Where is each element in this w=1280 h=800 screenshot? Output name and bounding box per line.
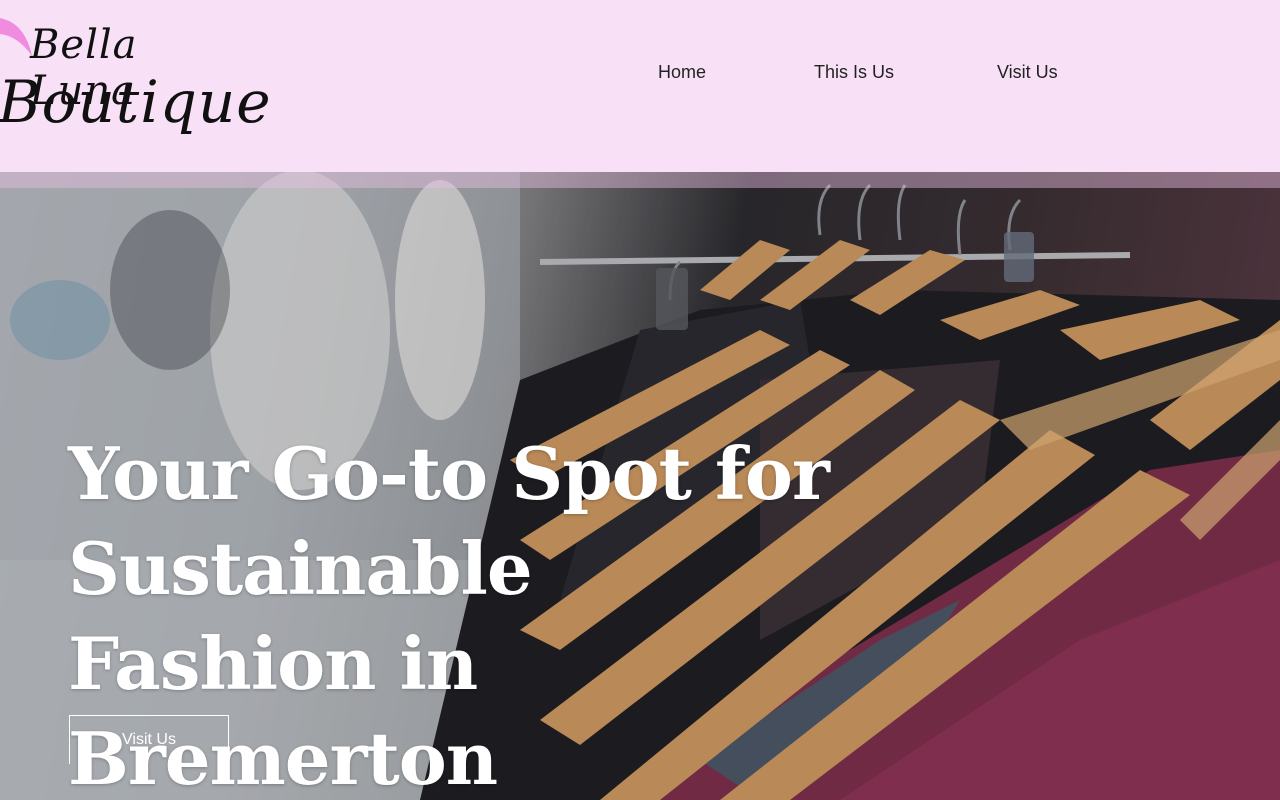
visit-us-button[interactable]: Visit Us (69, 715, 229, 764)
nav-item-this-is-us[interactable]: This Is Us (814, 62, 894, 83)
main-navigation: Home This Is Us Visit Us (0, 62, 1280, 86)
nav-item-visit-us[interactable]: Visit Us (997, 62, 1058, 83)
nav-item-home[interactable]: Home (658, 62, 706, 83)
brand-logo[interactable]: Bella Luna Boutique (0, 8, 271, 164)
site-header: Bella Luna Boutique Home This Is Us Visi… (0, 0, 1280, 172)
header-bottom-band (0, 172, 1280, 188)
